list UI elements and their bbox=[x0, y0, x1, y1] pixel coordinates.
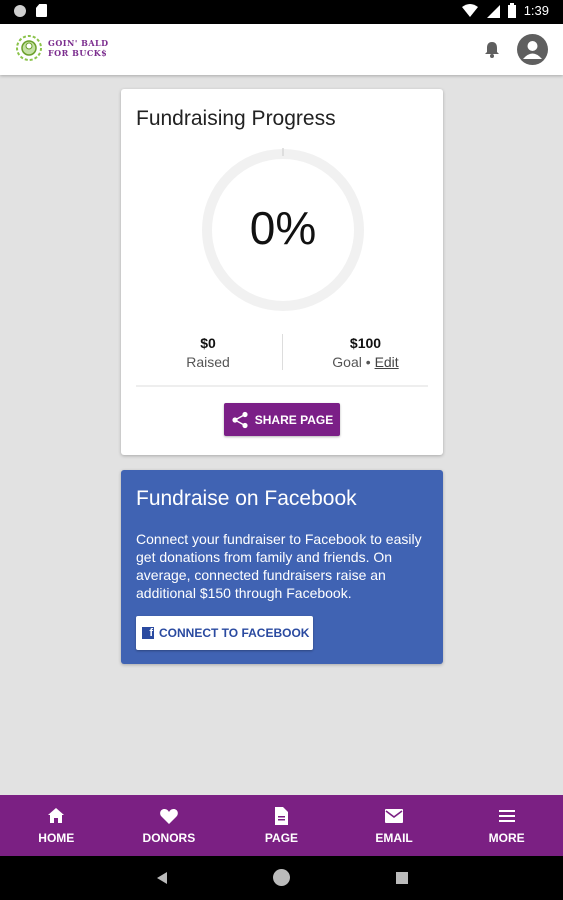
connect-facebook-button[interactable]: f CONNECT TO FACEBOOK bbox=[136, 616, 313, 650]
fundraising-progress-card: Fundraising Progress 0% $0 Raised $100 G… bbox=[121, 89, 443, 455]
stat-divider bbox=[282, 334, 283, 370]
logo-mark bbox=[16, 35, 42, 61]
fundraise-facebook-card: Fundraise on Facebook Connect your fundr… bbox=[121, 470, 443, 664]
raised-label: Raised bbox=[186, 354, 230, 370]
menu-icon bbox=[498, 810, 515, 822]
goal-label-row: Goal • Edit bbox=[288, 354, 443, 370]
app-bar: GOIN' BALD FOR BUCK$ bbox=[0, 24, 563, 75]
goal-stat: $100 Goal • Edit bbox=[288, 335, 443, 370]
nav-more[interactable]: MORE bbox=[450, 795, 563, 856]
home-icon bbox=[48, 808, 65, 823]
share-icon bbox=[232, 411, 248, 428]
bell-icon[interactable] bbox=[482, 39, 502, 59]
nav-page-label: PAGE bbox=[264, 831, 299, 845]
bottom-nav: HOME DONORS PAGE EMAIL MORE bbox=[0, 795, 563, 856]
nav-email-label: EMAIL bbox=[375, 831, 413, 845]
connect-facebook-label: CONNECT TO FACEBOOK bbox=[159, 626, 310, 640]
logo-text-line2: FOR BUCK$ bbox=[48, 48, 108, 58]
raised-stat: $0 Raised bbox=[128, 335, 288, 370]
nav-more-label: MORE bbox=[488, 831, 525, 845]
signal-icon bbox=[486, 4, 500, 18]
app-logo[interactable]: GOIN' BALD FOR BUCK$ bbox=[14, 32, 109, 64]
share-page-label: SHARE PAGE bbox=[254, 412, 334, 427]
raised-amount: $0 bbox=[200, 335, 216, 351]
nav-page[interactable]: PAGE bbox=[225, 795, 338, 856]
facebook-icon: f bbox=[142, 627, 154, 639]
goal-label: Goal • bbox=[332, 354, 371, 370]
logo-text: GOIN' BALD FOR BUCK$ bbox=[48, 38, 109, 58]
back-icon[interactable] bbox=[156, 872, 168, 884]
progress-title: Fundraising Progress bbox=[136, 107, 336, 130]
email-icon bbox=[385, 809, 404, 823]
system-nav-bar bbox=[0, 856, 563, 900]
facebook-card-body: Connect your fundraiser to Facebook to e… bbox=[136, 531, 422, 601]
home-button-icon[interactable] bbox=[273, 869, 290, 886]
nav-email[interactable]: EMAIL bbox=[338, 795, 451, 856]
nav-home-label: HOME bbox=[38, 831, 75, 845]
nav-home[interactable]: HOME bbox=[0, 795, 113, 856]
status-time: 1:39 bbox=[523, 3, 549, 18]
notification-dot-icon bbox=[14, 4, 26, 17]
nav-donors-label: DONORS bbox=[142, 831, 196, 845]
sd-card-icon bbox=[36, 4, 47, 17]
battery-icon bbox=[507, 3, 516, 18]
progress-percent: 0% bbox=[249, 202, 317, 254]
card-divider bbox=[136, 385, 428, 387]
goal-amount: $100 bbox=[349, 335, 382, 351]
status-bar: 1:39 bbox=[0, 0, 563, 24]
account-icon[interactable] bbox=[517, 34, 548, 65]
logo-text-line1: GOIN' BALD bbox=[48, 38, 109, 48]
share-page-button[interactable]: SHARE PAGE bbox=[224, 403, 340, 436]
edit-goal-link[interactable]: Edit bbox=[375, 354, 399, 370]
nav-donors[interactable]: DONORS bbox=[113, 795, 226, 856]
page-icon bbox=[275, 807, 289, 825]
recent-apps-icon[interactable] bbox=[396, 872, 408, 884]
heart-icon bbox=[160, 809, 178, 824]
facebook-card-title: Fundraise on Facebook bbox=[136, 487, 357, 510]
wifi-icon bbox=[461, 3, 478, 17]
